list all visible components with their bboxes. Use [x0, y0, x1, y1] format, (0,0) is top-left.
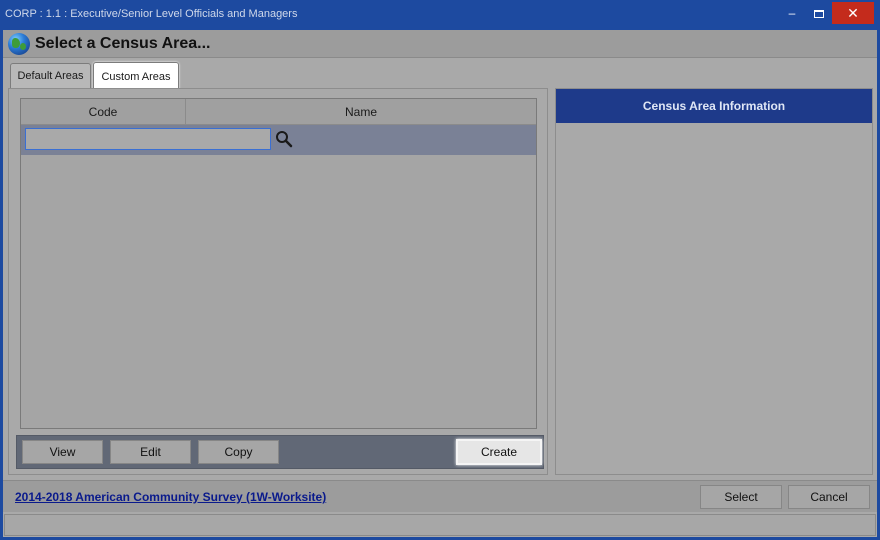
- custom-areas-panel: Code Name View Edit Copy Create: [8, 88, 548, 475]
- view-button[interactable]: View: [22, 440, 103, 464]
- edit-button[interactable]: Edit: [110, 440, 191, 464]
- dialog-header: Select a Census Area...: [3, 30, 877, 58]
- dialog-body: Select a Census Area... Default Areas Cu…: [3, 30, 877, 537]
- census-area-grid: Code Name: [20, 98, 537, 429]
- tab-custom-areas[interactable]: Custom Areas: [93, 62, 179, 90]
- globe-icon: [8, 33, 30, 55]
- survey-link[interactable]: 2014-2018 American Community Survey (1W-…: [15, 490, 326, 504]
- tab-default-areas[interactable]: Default Areas: [10, 63, 91, 89]
- minimize-button[interactable]: –: [778, 2, 806, 24]
- title-bar: CORP : 1.1 : Executive/Senior Level Offi…: [0, 0, 880, 30]
- grid-header: Code Name: [21, 99, 536, 125]
- page-title: Select a Census Area...: [35, 35, 211, 52]
- select-button[interactable]: Select: [700, 485, 782, 509]
- code-filter-input[interactable]: [25, 128, 271, 150]
- window-title: CORP : 1.1 : Executive/Senior Level Offi…: [5, 8, 298, 20]
- column-header-code[interactable]: Code: [21, 99, 186, 125]
- column-header-name[interactable]: Name: [186, 99, 536, 125]
- copy-button[interactable]: Copy: [198, 440, 279, 464]
- info-panel-title: Census Area Information: [556, 89, 872, 123]
- maximize-icon: [814, 9, 824, 18]
- filter-row: [21, 125, 536, 155]
- maximize-button[interactable]: [806, 2, 832, 24]
- status-bar: [4, 514, 876, 536]
- create-button[interactable]: Create: [456, 439, 542, 465]
- dialog-footer: 2014-2018 American Community Survey (1W-…: [3, 480, 877, 512]
- action-button-bar: View Edit Copy Create: [16, 435, 544, 469]
- census-area-info-panel: Census Area Information: [555, 88, 873, 475]
- search-icon[interactable]: [275, 130, 293, 148]
- close-button[interactable]: ✕: [832, 2, 874, 24]
- cancel-button[interactable]: Cancel: [788, 485, 870, 509]
